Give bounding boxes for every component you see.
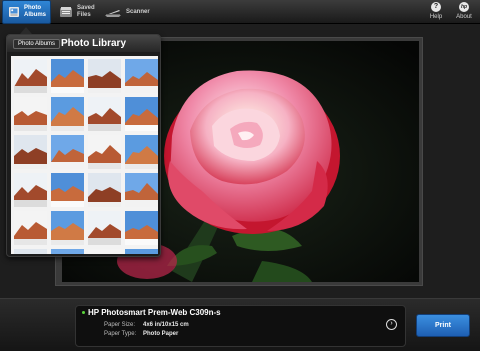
photo-thumbnail[interactable] bbox=[125, 135, 158, 172]
paper-size-label: Paper Size: bbox=[104, 322, 136, 328]
print-button[interactable]: Print bbox=[416, 314, 470, 337]
thumbnail-grid bbox=[11, 56, 158, 254]
scanner-icon bbox=[104, 5, 122, 19]
chevron-right-icon: › bbox=[390, 320, 393, 327]
photo-thumbnail[interactable] bbox=[125, 173, 158, 208]
hp-logo-icon: hp bbox=[459, 2, 469, 12]
popover-title: Photo Library bbox=[61, 38, 127, 49]
photo-thumbnail[interactable] bbox=[125, 249, 158, 254]
photo-thumbnail[interactable] bbox=[51, 249, 84, 254]
photo-albums-tab[interactable]: Photo Albums bbox=[2, 0, 51, 24]
help-icon: ? bbox=[431, 2, 441, 12]
photo-thumbnail[interactable] bbox=[14, 173, 47, 208]
photo-thumbnail[interactable] bbox=[14, 211, 47, 247]
photo-thumbnail[interactable] bbox=[14, 249, 47, 254]
help-label: Help bbox=[429, 14, 443, 20]
photo-thumbnail[interactable] bbox=[125, 59, 158, 94]
photo-albums-back-button[interactable]: Photo Albums bbox=[13, 39, 61, 49]
scanner-tab[interactable]: Scanner bbox=[100, 0, 150, 24]
photo-thumbnail[interactable] bbox=[51, 211, 84, 248]
photo-thumbnail[interactable] bbox=[14, 135, 47, 172]
photo-albums-label: Photo Albums bbox=[24, 5, 47, 18]
scanner-label: Scanner bbox=[126, 8, 150, 15]
paper-type-value: Photo Paper bbox=[143, 331, 179, 337]
paper-type-label: Paper Type: bbox=[104, 331, 137, 337]
photo-thumbnail[interactable] bbox=[88, 97, 121, 132]
saved-files-tab[interactable]: Saved Files bbox=[55, 0, 95, 24]
photo-library-popover: Photo Albums Photo Library bbox=[6, 34, 161, 257]
saved-files-icon bbox=[59, 5, 73, 19]
printer-status-indicator bbox=[82, 311, 85, 314]
photo-thumbnail[interactable] bbox=[88, 249, 121, 254]
help-button[interactable]: ? Help bbox=[425, 2, 447, 24]
app-window: Photo Albums Saved Files Scanner ? Help … bbox=[0, 0, 480, 351]
photo-thumbnail[interactable] bbox=[51, 97, 84, 134]
top-toolbar: Photo Albums Saved Files Scanner ? Help … bbox=[0, 0, 480, 24]
popover-header: Photo Albums Photo Library bbox=[7, 35, 160, 52]
about-button[interactable]: hp About bbox=[453, 2, 475, 24]
photo-albums-icon bbox=[7, 5, 21, 19]
photo-thumbnail[interactable] bbox=[51, 173, 84, 209]
printer-name: HP Photosmart Prem-Web C309n-s bbox=[88, 308, 221, 317]
printer-details-button[interactable]: › bbox=[386, 319, 397, 330]
popover-arrow bbox=[20, 27, 32, 34]
photo-thumbnail[interactable] bbox=[125, 97, 158, 133]
photo-thumbnail[interactable] bbox=[14, 97, 47, 133]
photo-thumbnail[interactable] bbox=[14, 59, 47, 94]
photo-thumbnail[interactable] bbox=[88, 173, 121, 210]
about-label: About bbox=[456, 14, 472, 20]
photo-thumbnail[interactable] bbox=[88, 135, 121, 171]
paper-size-value: 4x6 in/10x15 cm bbox=[143, 322, 189, 328]
photo-thumbnail[interactable] bbox=[51, 135, 84, 170]
photo-thumbnail[interactable] bbox=[88, 211, 121, 246]
photo-thumbnail[interactable] bbox=[88, 59, 121, 96]
saved-files-label: Saved Files bbox=[77, 5, 95, 18]
photo-thumbnail[interactable] bbox=[51, 59, 84, 95]
photo-thumbnail[interactable] bbox=[125, 211, 158, 247]
